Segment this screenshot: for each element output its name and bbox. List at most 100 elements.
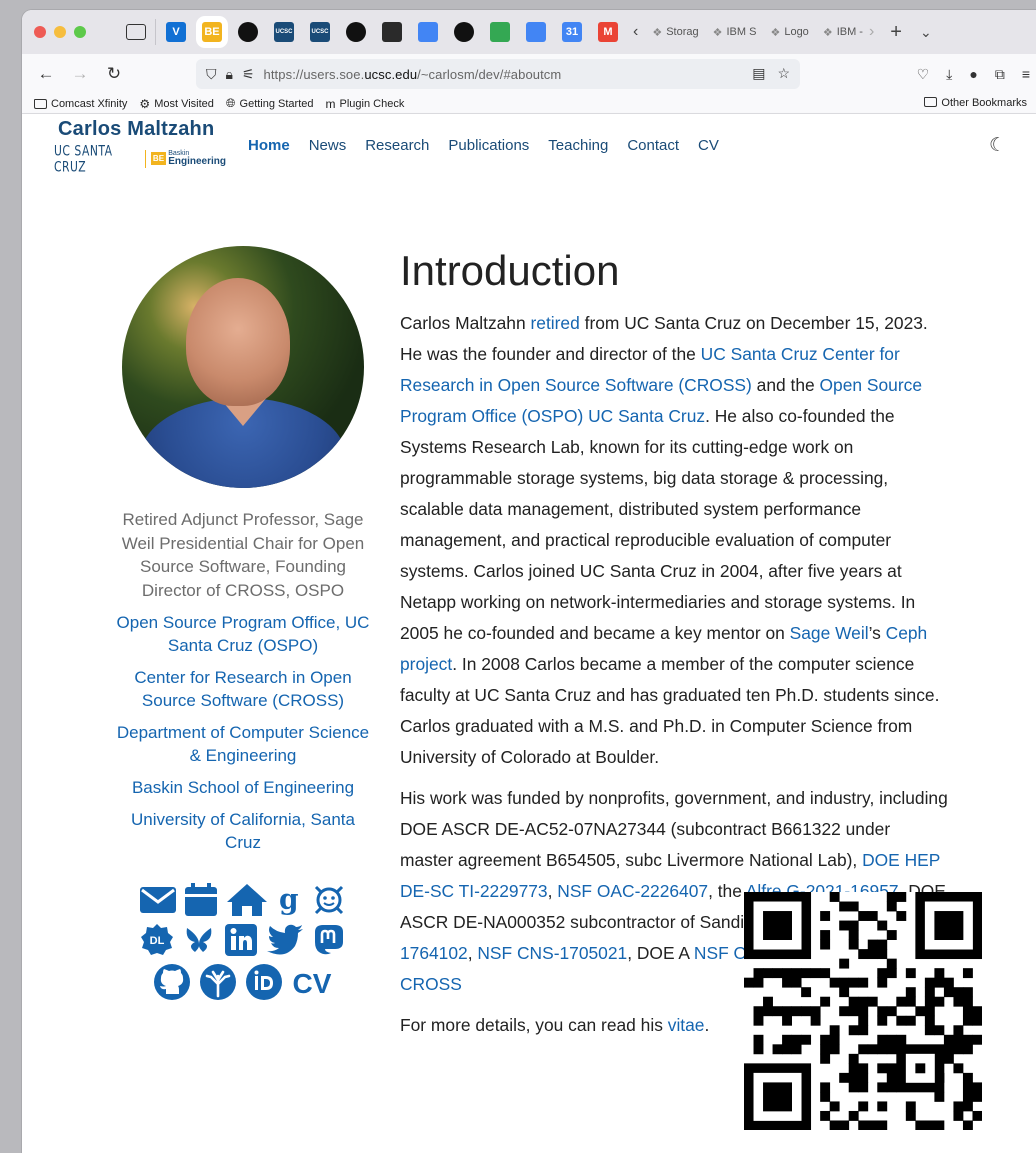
pinned-tab-docs2[interactable]	[525, 21, 547, 43]
cv-icon[interactable]: CV	[290, 964, 334, 1000]
back-button[interactable]: ←	[36, 64, 56, 84]
menu-item-news[interactable]: News	[309, 137, 347, 154]
app-icon	[382, 22, 402, 42]
permissions-icon[interactable]: ⚟	[242, 66, 255, 83]
brand-logos: UC SANTA CRUZ BE Baskin Engineering	[54, 142, 226, 175]
pinned-tab-app[interactable]	[381, 21, 403, 43]
bookmark-star-icon[interactable]: ☆	[777, 65, 790, 82]
home-icon[interactable]	[225, 882, 269, 918]
inline-link[interactable]: NSF CNS-1705021	[477, 943, 627, 963]
pinned-tab-vimeo[interactable]: V	[165, 21, 187, 43]
baskin-logo-text: Baskin Engineering	[168, 150, 226, 167]
forward-button[interactable]: →	[70, 64, 90, 84]
docs-icon	[418, 22, 438, 42]
pinned-tab-github3[interactable]	[453, 21, 475, 43]
reload-button[interactable]: ↻	[104, 64, 124, 84]
reader-view-icon[interactable]: ▤	[752, 65, 765, 82]
calendar-icon: 31	[562, 22, 582, 42]
menu-item-home[interactable]: Home	[248, 137, 290, 154]
svg-text:CV: CV	[293, 968, 332, 999]
github-icon[interactable]	[152, 962, 192, 1002]
pocket-icon[interactable]: ♡	[917, 66, 930, 83]
minimize-window-button[interactable]	[54, 26, 66, 38]
plugin-icon: m	[325, 96, 336, 111]
maximize-window-button[interactable]	[74, 26, 86, 38]
bookmark-item[interactable]: 🌐︎ Getting Started	[226, 96, 314, 111]
tab-label: IBM S	[726, 26, 757, 38]
qr-code[interactable]	[744, 892, 983, 1131]
github-icon	[238, 22, 258, 42]
url-text[interactable]: https://users.soe.ucsc.edu/~carlosm/dev/…	[264, 67, 562, 82]
email-icon[interactable]	[139, 883, 177, 917]
pinned-tab-drive[interactable]	[489, 21, 511, 43]
site-brand[interactable]: Carlos Maltzahn UC SANTA CRUZ BE Baskin E…	[54, 118, 226, 175]
mastodon-icon[interactable]	[311, 922, 347, 958]
pinned-tab-ucsc[interactable]: UCSC	[273, 21, 295, 43]
tab-item[interactable]: ❖ Logo	[770, 26, 808, 39]
inline-link[interactable]: Sage Weil	[790, 623, 869, 643]
menu-item-research[interactable]: Research	[365, 137, 429, 154]
tab-list-chevron-icon[interactable]: ⌄	[920, 24, 932, 41]
pinned-tab-baskin[interactable]: BE	[201, 21, 223, 43]
site-header: Carlos Maltzahn UC SANTA CRUZ BE Baskin E…	[22, 114, 1036, 176]
inline-link[interactable]: CROSS	[400, 974, 462, 994]
inline-link[interactable]: NSF OAC-2226407	[557, 881, 708, 901]
menu-item-teaching[interactable]: Teaching	[548, 137, 608, 154]
extensions-icon[interactable]: ⧉	[995, 66, 1005, 83]
account-icon[interactable]: ●	[969, 66, 977, 83]
inline-link[interactable]: TI-2229773	[459, 881, 548, 901]
calendar-icon[interactable]	[183, 882, 219, 918]
affiliation-link[interactable]: University of California, Santa Cruz	[114, 808, 372, 854]
folder-icon	[924, 97, 938, 107]
menu-item-publications[interactable]: Publications	[448, 137, 529, 154]
tab-manager-icon[interactable]	[126, 24, 146, 40]
bookmark-item[interactable]: m Plugin Check	[326, 97, 405, 111]
dblp-icon[interactable]: DL	[139, 922, 175, 958]
lock-icon[interactable]: 🔒︎	[226, 66, 233, 83]
menu-icon[interactable]: ≡	[1022, 66, 1030, 83]
close-window-button[interactable]	[34, 26, 46, 38]
avatar	[122, 246, 364, 488]
pinned-tab-github[interactable]	[237, 21, 259, 43]
google-scholar-icon[interactable]: g	[275, 882, 305, 918]
new-tab-button[interactable]: +	[890, 21, 902, 44]
bluesky-icon[interactable]	[181, 922, 217, 958]
bookmark-item[interactable]: Comcast Xfinity	[34, 98, 127, 110]
twitter-icon[interactable]	[265, 922, 305, 958]
tab-item[interactable]: ❖ IBM -	[823, 26, 863, 39]
pinned-tab-calendar[interactable]: 31	[561, 21, 583, 43]
bookmark-item[interactable]: ⚙ Most Visited	[139, 97, 213, 111]
pinned-tab-ucsc2[interactable]: UCSC	[309, 21, 331, 43]
dark-mode-toggle-icon[interactable]: ☾	[989, 134, 1006, 157]
address-bar[interactable]: ⛉ 🔒︎ ⚟ https://users.soe.ucsc.edu/~carlo…	[196, 59, 800, 89]
affiliation-link[interactable]: Department of Computer Science & Enginee…	[114, 721, 372, 767]
main-menu: Home News Research Publications Teaching…	[248, 137, 719, 154]
ucsc-logo: UC SANTA CRUZ	[54, 142, 113, 175]
page-title: Introduction	[400, 247, 620, 294]
site-title[interactable]: Carlos Maltzahn	[58, 118, 226, 141]
inline-link[interactable]: retired	[530, 313, 579, 333]
other-bookmarks[interactable]: Other Bookmarks	[924, 97, 1027, 109]
pinned-tab-github2[interactable]	[345, 21, 367, 43]
tabs-scroll-right-icon[interactable]: ›	[869, 23, 874, 41]
tab-favicon-icon: ❖	[712, 26, 723, 39]
orcid-gear-icon[interactable]	[311, 882, 347, 918]
linkedin-icon[interactable]	[223, 922, 259, 958]
tab-item[interactable]: ❖ Storag	[652, 26, 698, 39]
inline-link[interactable]: vitae	[668, 1015, 705, 1035]
bookmarks-bar: Comcast Xfinity ⚙ Most Visited 🌐︎ Getting …	[22, 94, 1036, 114]
menu-item-contact[interactable]: Contact	[627, 137, 679, 154]
navigation-bar: ← → ↻ ⛉ 🔒︎ ⚟ https://users.soe.ucsc.edu/…	[22, 54, 1036, 94]
tab-label: Storag	[666, 26, 699, 38]
researchgate-tree-icon[interactable]	[198, 962, 238, 1002]
pinned-tab-docs[interactable]	[417, 21, 439, 43]
affiliation-link[interactable]: Baskin School of Engineering	[114, 776, 372, 799]
downloads-icon[interactable]: ⤓	[946, 66, 952, 83]
tab-item[interactable]: ❖ IBM S	[713, 26, 757, 39]
shield-icon[interactable]: ⛉	[206, 66, 217, 83]
orcid-icon[interactable]	[244, 962, 284, 1002]
pinned-tab-gmail[interactable]: M	[597, 21, 619, 43]
affiliation-link[interactable]: Center for Research in Open Source Softw…	[114, 666, 372, 712]
menu-item-cv[interactable]: CV	[698, 137, 719, 154]
affiliation-link[interactable]: Open Source Program Office, UC Santa Cru…	[114, 611, 372, 657]
